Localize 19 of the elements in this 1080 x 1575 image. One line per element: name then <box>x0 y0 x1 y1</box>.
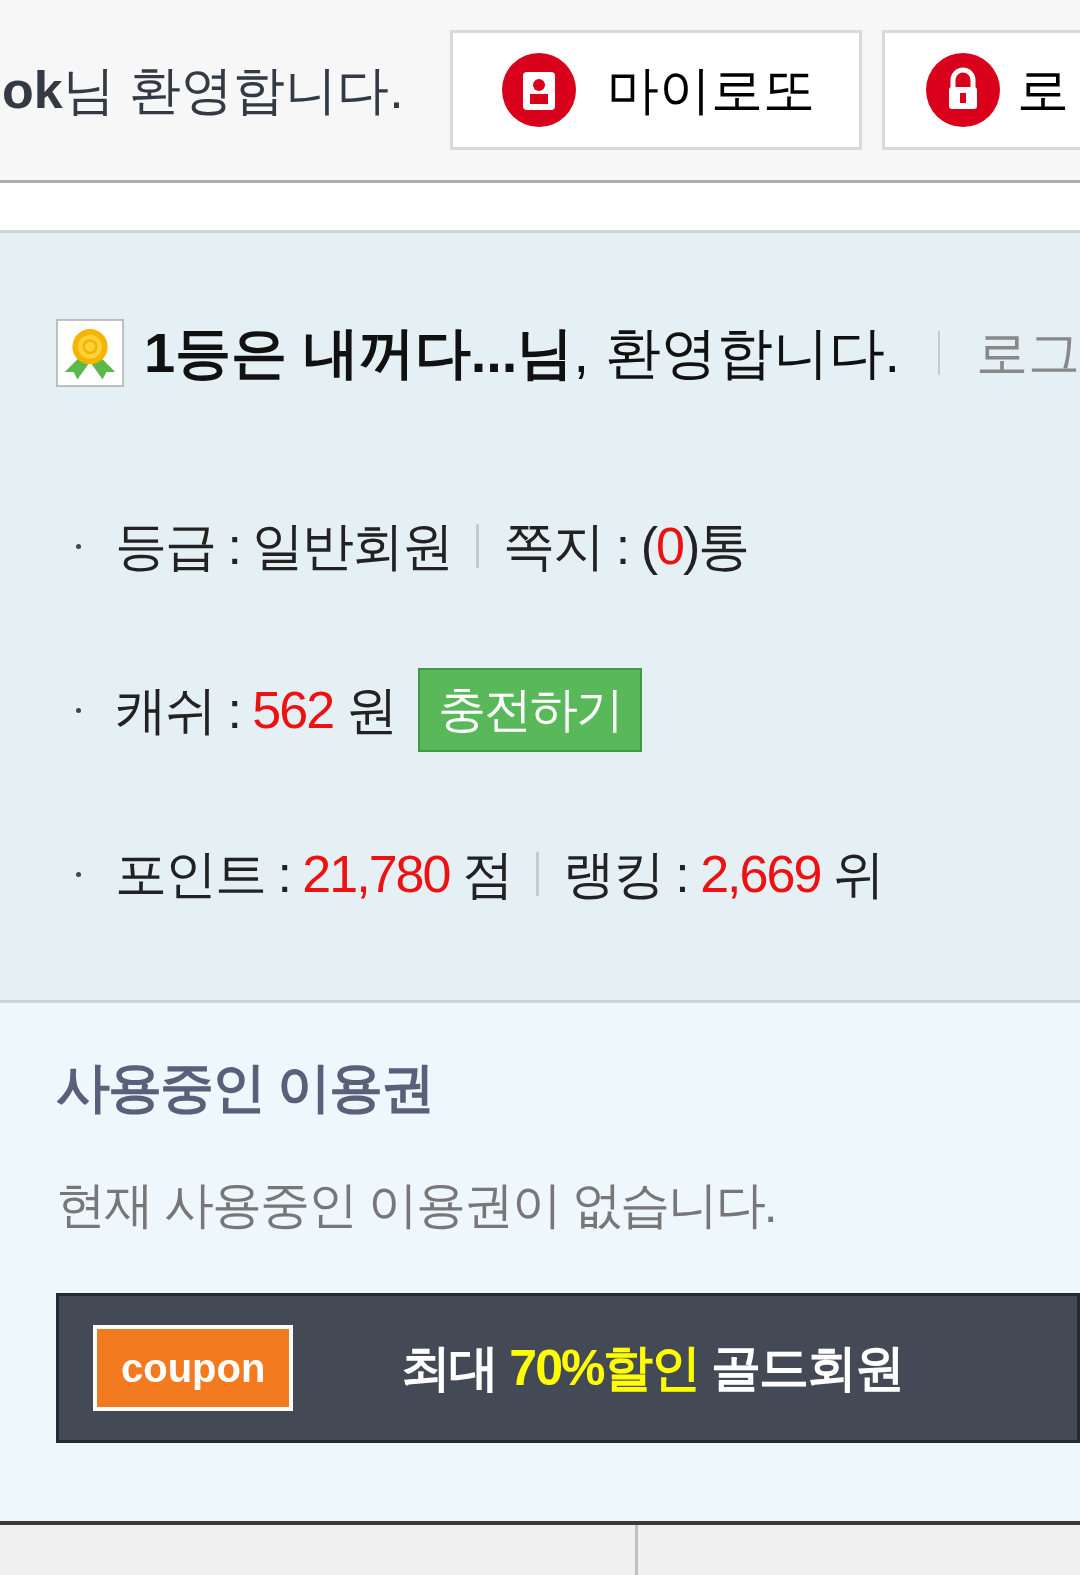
info-text: 캐쉬 : 562 원 <box>115 680 396 741</box>
welcome-text: ok님 환영합니다. <box>2 60 404 121</box>
menu-button[interactable]: 로 <box>881 30 1080 150</box>
info-text: 등급 : 일반회원 <box>115 516 453 577</box>
person-icon <box>500 52 577 128</box>
bullet-icon <box>76 543 81 549</box>
coupon-banner[interactable]: coupon 최대 70%할인 골드회원 <box>56 1293 1080 1443</box>
info-text: 포인트 : 21,780 점 <box>115 844 512 905</box>
menu-button[interactable]: 마이로또 <box>449 30 862 150</box>
section-title: 사용중인 이용권 <box>56 1056 434 1119</box>
banner-text: 최대 70%할인 골드회원 <box>401 1338 904 1398</box>
lock-icon <box>924 52 1001 128</box>
coupon-badge: coupon <box>93 1325 294 1411</box>
bullet-icon <box>76 871 81 877</box>
info-text: 쪽지 : (0)통 <box>503 516 749 577</box>
empty-message: 현재 사용중인 이용권이 없습니다. <box>56 1176 777 1235</box>
welcome-text: 1등은 내꺼다...님, 환영합니다. <box>144 320 901 386</box>
info-text: 랭킹 : 2,669 위 <box>562 844 883 905</box>
bullet-icon <box>76 707 81 713</box>
